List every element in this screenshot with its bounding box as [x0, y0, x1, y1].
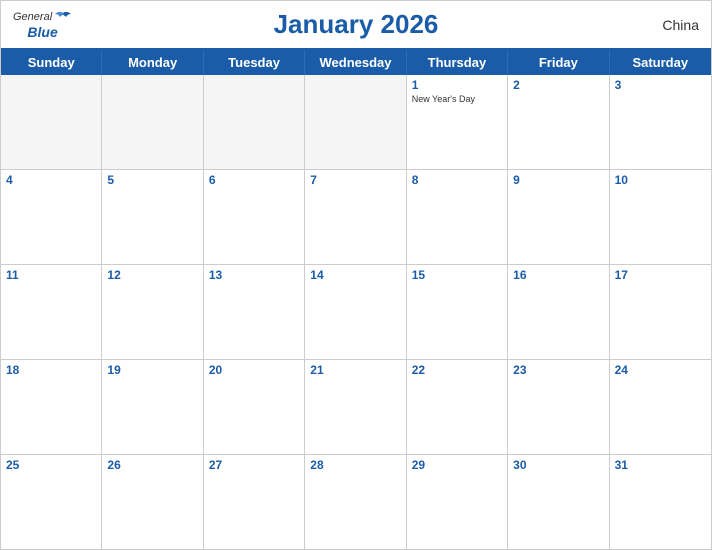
day-number: 23: [513, 363, 603, 377]
day-number: 20: [209, 363, 299, 377]
day-cell: 30: [508, 455, 609, 549]
day-cell: 21: [305, 360, 406, 454]
calendar-grid: SundayMondayTuesdayWednesdayThursdayFrid…: [1, 48, 711, 549]
day-cell: 19: [102, 360, 203, 454]
calendar: General Blue January 2026 China SundayMo…: [0, 0, 712, 550]
day-cell: 5: [102, 170, 203, 264]
day-headers-row: SundayMondayTuesdayWednesdayThursdayFrid…: [1, 50, 711, 75]
day-header-sunday: Sunday: [1, 50, 102, 75]
day-cell: 13: [204, 265, 305, 359]
day-number: 19: [107, 363, 197, 377]
day-number: 24: [615, 363, 706, 377]
day-cell: 4: [1, 170, 102, 264]
day-header-wednesday: Wednesday: [305, 50, 406, 75]
day-number: 18: [6, 363, 96, 377]
day-cell: 22: [407, 360, 508, 454]
day-cell: 29: [407, 455, 508, 549]
day-cell: 11: [1, 265, 102, 359]
holiday-label: New Year's Day: [412, 94, 502, 104]
day-number: 4: [6, 173, 96, 187]
day-cell: [204, 75, 305, 169]
day-number: 12: [107, 268, 197, 282]
day-number: 31: [615, 458, 706, 472]
logo-general-text: General: [13, 12, 52, 23]
day-cell: [305, 75, 406, 169]
day-cell: 25: [1, 455, 102, 549]
day-header-thursday: Thursday: [407, 50, 508, 75]
day-header-saturday: Saturday: [610, 50, 711, 75]
day-number: 8: [412, 173, 502, 187]
day-cell: 24: [610, 360, 711, 454]
day-cell: [1, 75, 102, 169]
day-number: 7: [310, 173, 400, 187]
day-cell: 20: [204, 360, 305, 454]
day-cell: 18: [1, 360, 102, 454]
calendar-header: General Blue January 2026 China: [1, 1, 711, 48]
week-row-3: 11 12 13 14 15 16 17: [1, 265, 711, 360]
day-cell: 6: [204, 170, 305, 264]
day-cell: 15: [407, 265, 508, 359]
day-cell: 14: [305, 265, 406, 359]
week-row-2: 456789 10: [1, 170, 711, 265]
day-cell: 3: [610, 75, 711, 169]
day-cell: 26: [102, 455, 203, 549]
day-number: 27: [209, 458, 299, 472]
day-number: 13: [209, 268, 299, 282]
day-cell: 17: [610, 265, 711, 359]
day-cell: 23: [508, 360, 609, 454]
day-number: 26: [107, 458, 197, 472]
day-number: 3: [615, 78, 706, 92]
day-cell: 31: [610, 455, 711, 549]
day-number: 5: [107, 173, 197, 187]
day-cell: 28: [305, 455, 406, 549]
day-number: 25: [6, 458, 96, 472]
day-cell: 16: [508, 265, 609, 359]
calendar-title: January 2026: [274, 9, 439, 40]
day-cell: 12: [102, 265, 203, 359]
day-number: 9: [513, 173, 603, 187]
day-cell: 1 New Year's Day: [407, 75, 508, 169]
weeks-container: 1New Year's Day2345678910111213141516171…: [1, 75, 711, 549]
day-number: 14: [310, 268, 400, 282]
day-number: 1: [412, 78, 502, 92]
day-number: 11: [6, 268, 96, 282]
day-cell: 9: [508, 170, 609, 264]
logo-blue-text: Blue: [27, 25, 57, 39]
day-header-tuesday: Tuesday: [204, 50, 305, 75]
day-cell: 7: [305, 170, 406, 264]
day-cell: 10: [610, 170, 711, 264]
day-header-friday: Friday: [508, 50, 609, 75]
day-number: 28: [310, 458, 400, 472]
day-number: 30: [513, 458, 603, 472]
day-number: 2: [513, 78, 603, 92]
day-number: 10: [615, 173, 706, 187]
day-number: 29: [412, 458, 502, 472]
day-cell: 27: [204, 455, 305, 549]
logo-bird-icon: [54, 11, 72, 25]
day-number: 15: [412, 268, 502, 282]
day-number: 22: [412, 363, 502, 377]
day-header-monday: Monday: [102, 50, 203, 75]
week-row-4: 18 19 20 21 22 23 24: [1, 360, 711, 455]
day-cell: [102, 75, 203, 169]
day-number: 17: [615, 268, 706, 282]
logo: General Blue: [13, 11, 72, 39]
day-cell: 8: [407, 170, 508, 264]
week-row-1: 1 New Year's Day 23: [1, 75, 711, 170]
day-number: 16: [513, 268, 603, 282]
day-number: 6: [209, 173, 299, 187]
country-label: China: [662, 17, 699, 33]
week-row-5: 25 26 27 28 29 30 31: [1, 455, 711, 549]
day-cell: 2: [508, 75, 609, 169]
day-number: 21: [310, 363, 400, 377]
